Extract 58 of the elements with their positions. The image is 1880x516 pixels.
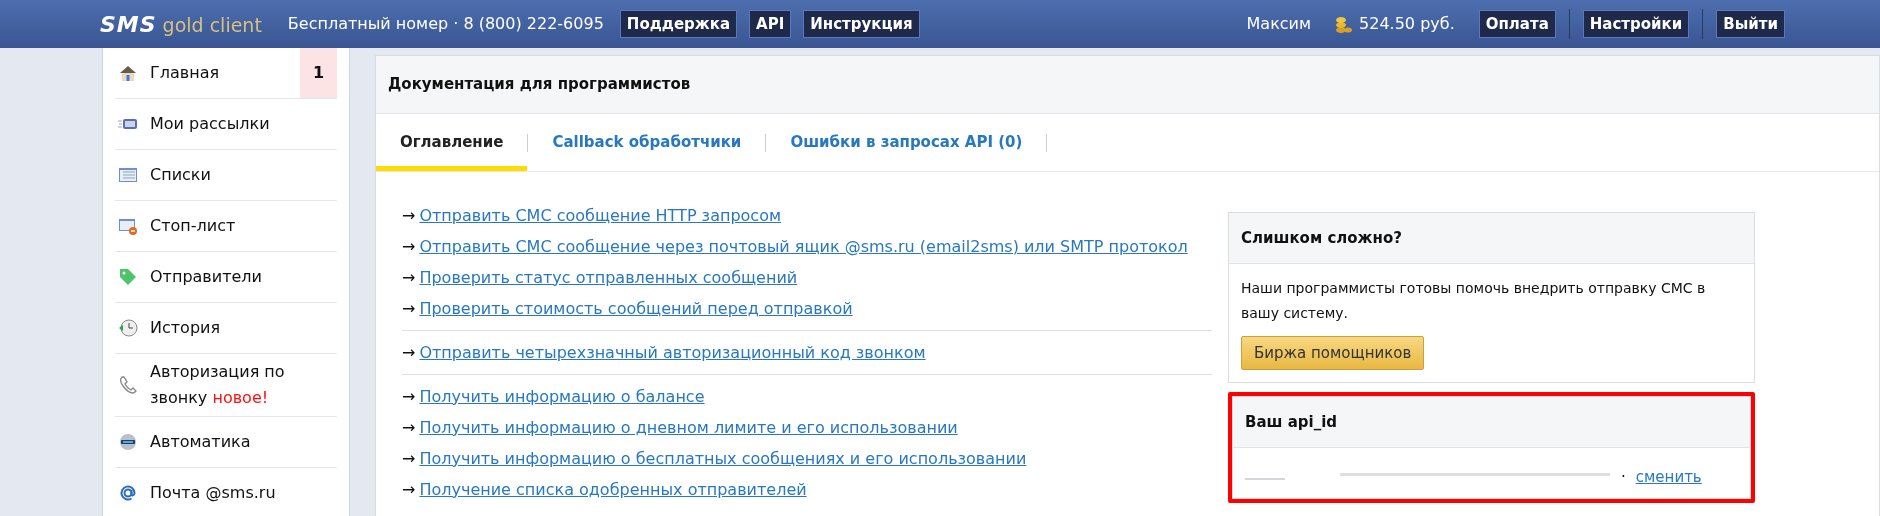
sidebar-item[interactable]: Списки <box>115 150 337 201</box>
arrow-glyph: → <box>402 478 416 501</box>
nav-button[interactable]: Поддержка <box>619 9 738 39</box>
card-title: Слишком сложно? <box>1241 227 1402 249</box>
doc-link[interactable]: Отправить СМС сообщение HTTP запросом <box>419 203 781 228</box>
doc-link[interactable]: Отправить СМС сообщение через почтовый ящик @sms.ru (email2sms) или SMTP протокол <box>419 234 1188 259</box>
clock-icon <box>118 318 138 338</box>
doc-link[interactable]: Отправить четырехзначный авторизационный код звонком <box>419 340 926 365</box>
tab[interactable]: Ошибки в запросах API (0) <box>766 114 1047 171</box>
sidebar-item[interactable]: Мои рассылки <box>115 99 337 150</box>
arrow-glyph: → <box>402 416 416 439</box>
account-button[interactable]: Выйти <box>1716 9 1785 39</box>
sidebar-item[interactable]: Отправители <box>115 252 337 303</box>
balance: 524.50 руб. <box>1359 13 1455 35</box>
tab[interactable]: Callback обработчики <box>528 114 766 171</box>
doc-link[interactable]: Получить информацию о балансе <box>419 384 705 409</box>
coins-icon <box>1335 14 1354 34</box>
phone-icon <box>118 375 138 395</box>
arrow-glyph: → <box>402 266 416 289</box>
sidebar-item[interactable]: Автоматика <box>115 417 337 468</box>
arrow-glyph: → <box>402 447 416 470</box>
sidebar-item[interactable]: Главная 1 <box>115 48 337 99</box>
doc-link[interactable]: Проверить стоимость сообщений перед отправкой <box>419 296 853 321</box>
arrow-glyph: → <box>402 341 416 364</box>
sidebar-item[interactable]: Стоп-лист <box>115 201 337 252</box>
separator-dot: · <box>1621 466 1626 488</box>
arrow-glyph: → <box>402 297 416 320</box>
doc-link[interactable]: Получить информацию о бесплатных сообщениях и его использовании <box>419 446 1027 471</box>
help-text: Наши программисты готовы помочь внедрить отправку СМС в вашу систему. <box>1241 279 1707 323</box>
list-icon <box>118 165 138 185</box>
user-name[interactable]: Максим <box>1246 12 1312 36</box>
logo[interactable]: SMS gold client <box>100 7 262 41</box>
doc-link[interactable]: Получить информацию о дневном лимите и его использовании <box>419 415 958 440</box>
doc-link[interactable]: Проверить статус отправленных сообщений <box>419 265 798 290</box>
robot-icon <box>118 432 138 452</box>
tag-icon <box>118 267 138 287</box>
arrow-glyph: → <box>402 385 416 408</box>
sidebar-item[interactable]: Почта @sms.ru <box>115 468 337 516</box>
sidebar-item[interactable]: Авторизация по звонку новое! <box>115 354 337 417</box>
tab[interactable]: Оглавление <box>376 114 528 171</box>
nav-button[interactable]: API <box>749 9 792 39</box>
arrow-glyph: → <box>402 204 416 227</box>
count-badge: 1 <box>300 48 337 98</box>
card-title: Ваш api_id <box>1245 411 1338 433</box>
helpers-button[interactable]: Биржа помощников <box>1241 336 1425 370</box>
at-sign-icon <box>118 483 138 503</box>
new-tag: новое! <box>207 388 269 407</box>
account-button[interactable]: Настройки <box>1582 9 1690 39</box>
panel-title: Документация для программистов <box>388 74 691 96</box>
account-button[interactable]: Оплата <box>1478 9 1556 39</box>
change-link[interactable]: сменить <box>1635 465 1702 489</box>
arrow-glyph: → <box>402 235 416 258</box>
doc-link[interactable]: Получение списка одобренных отправителей <box>419 477 807 502</box>
house-icon <box>118 63 138 83</box>
sidebar-item[interactable]: История <box>115 303 337 354</box>
nav-button[interactable]: Инструкция <box>803 9 920 39</box>
blocked-list-icon <box>118 216 138 236</box>
phone-number: Бесплатный номер · 8 (800) 222-6095 <box>287 13 604 35</box>
